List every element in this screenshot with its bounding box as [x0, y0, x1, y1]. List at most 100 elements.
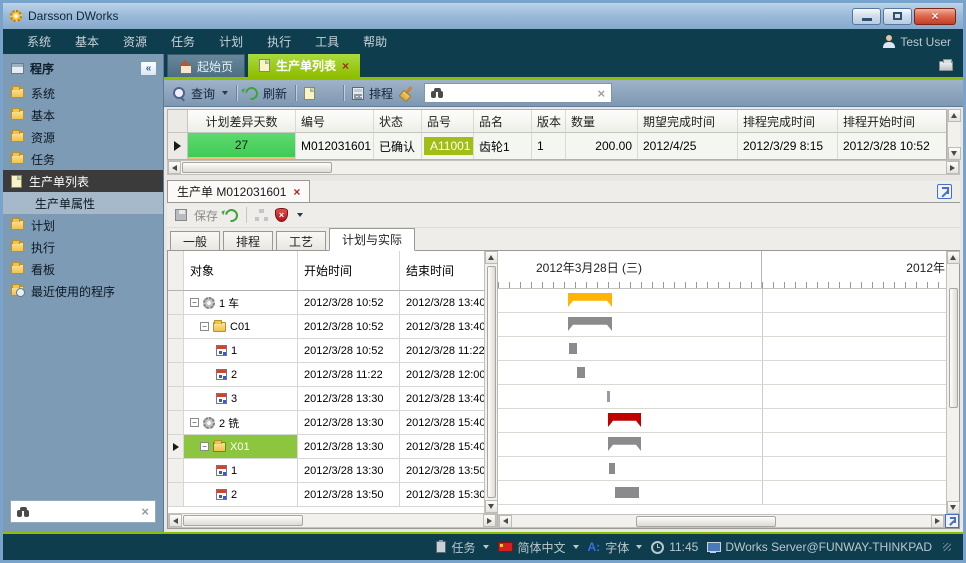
- status-language-menu[interactable]: 简体中文: [498, 539, 579, 556]
- col-status[interactable]: 状态: [374, 110, 422, 132]
- gantt-bar-task[interactable]: [569, 343, 577, 354]
- scroll-left-button[interactable]: [499, 515, 512, 528]
- clear-search-icon[interactable]: ×: [597, 86, 605, 101]
- save-label[interactable]: 保存: [194, 207, 218, 224]
- col-expect-finish[interactable]: 期望完成时间: [638, 110, 738, 132]
- scroll-up-button[interactable]: [485, 251, 498, 264]
- gantt-row[interactable]: [498, 481, 946, 505]
- scrollbar-thumb[interactable]: [183, 515, 303, 526]
- refresh-button[interactable]: 刷新: [245, 85, 287, 102]
- status-task-menu[interactable]: 任务: [436, 539, 488, 556]
- sidebar-item-execute[interactable]: 执行: [3, 236, 163, 258]
- col-item-no[interactable]: 品号: [422, 110, 474, 132]
- tab-process[interactable]: 工艺: [276, 231, 326, 251]
- collapse-toggle[interactable]: −: [190, 298, 199, 307]
- gantt-row[interactable]: [498, 313, 946, 337]
- gantt-row[interactable]: [498, 457, 946, 481]
- col-sched-finish[interactable]: 排程完成时间: [738, 110, 838, 132]
- refresh-icon[interactable]: [222, 206, 240, 224]
- scroll-down-button[interactable]: [947, 501, 960, 514]
- broom-icon[interactable]: [400, 86, 414, 100]
- object-cell[interactable]: − X01: [184, 435, 298, 458]
- col-sched-start[interactable]: 排程开始时间: [838, 110, 936, 132]
- scrollbar-thumb[interactable]: [182, 162, 332, 173]
- object-cell[interactable]: − 1 车: [184, 291, 298, 314]
- scrollbar-thumb[interactable]: [949, 288, 958, 408]
- clear-search-icon[interactable]: ×: [141, 504, 149, 519]
- tab-schedule[interactable]: 排程: [223, 231, 273, 251]
- gantt-bar-summary[interactable]: [608, 437, 641, 451]
- sidebar-item-board[interactable]: 看板: [3, 258, 163, 280]
- menu-execute[interactable]: 执行: [255, 29, 303, 54]
- restore-button[interactable]: [883, 8, 912, 25]
- tab-order-list[interactable]: 生产单列表 ×: [248, 54, 360, 77]
- col-qty[interactable]: 数量: [566, 110, 638, 132]
- plan-row-machine-group[interactable]: − 1 车 2012/3/28 10:52 2012/3/28 13:40: [168, 291, 484, 315]
- plan-row-operation[interactable]: 1 2012/3/28 13:30 2012/3/28 13:50: [168, 459, 484, 483]
- plan-row-machine-group[interactable]: − 2 铣 2012/3/28 13:30 2012/3/28 15:40: [168, 411, 484, 435]
- tab-general[interactable]: 一般: [170, 231, 220, 251]
- col-item-name[interactable]: 品名: [474, 110, 532, 132]
- scroll-right-button[interactable]: [483, 514, 496, 527]
- tab-home[interactable]: 起始页: [167, 54, 245, 77]
- gantt-bar-task[interactable]: [607, 391, 610, 402]
- object-cell[interactable]: 2: [184, 363, 298, 386]
- plan-row-operation[interactable]: 3 2012/3/28 13:30 2012/3/28 13:40: [168, 387, 484, 411]
- query-button[interactable]: 查询: [173, 85, 228, 102]
- gantt-bar-summary[interactable]: [568, 293, 612, 307]
- sidebar-item-task[interactable]: 任务: [3, 148, 163, 170]
- object-cell[interactable]: 1: [184, 339, 298, 362]
- close-button[interactable]: ×: [914, 8, 956, 25]
- plan-horizontal-scrollbar[interactable]: [168, 513, 497, 528]
- collapse-toggle[interactable]: −: [200, 442, 209, 451]
- col-version[interactable]: 版本: [532, 110, 566, 132]
- menu-resource[interactable]: 资源: [111, 29, 159, 54]
- gantt-row[interactable]: [498, 289, 946, 313]
- scroll-left-button[interactable]: [168, 161, 181, 174]
- gantt-bar-summary[interactable]: [608, 413, 641, 427]
- order-row[interactable]: 27 M012031601 已确认 A11001 齿轮1 1 200.00 20…: [168, 133, 946, 159]
- tab-close-icon[interactable]: ×: [342, 60, 349, 72]
- gantt-row[interactable]: [498, 433, 946, 457]
- scroll-left-button[interactable]: [169, 514, 182, 527]
- gantt-row[interactable]: [498, 409, 946, 433]
- status-font-menu[interactable]: A: 字体: [588, 539, 643, 556]
- gantt-bar-task[interactable]: [615, 487, 639, 498]
- gantt-row[interactable]: [498, 385, 946, 409]
- object-cell[interactable]: 2: [184, 483, 298, 506]
- collapse-toggle[interactable]: −: [190, 418, 199, 427]
- plan-row-operation[interactable]: 2 2012/3/28 11:22 2012/3/28 12:00: [168, 363, 484, 387]
- menu-plan[interactable]: 计划: [207, 29, 255, 54]
- col-diff-days[interactable]: 计划差异天数: [188, 110, 296, 132]
- gantt-row[interactable]: [498, 337, 946, 361]
- orders-horizontal-scrollbar[interactable]: [167, 160, 960, 175]
- object-cell[interactable]: − 2 铣: [184, 411, 298, 434]
- scroll-up-button[interactable]: [948, 109, 961, 122]
- scrollbar-thumb[interactable]: [487, 266, 496, 498]
- gantt-bar-summary[interactable]: [568, 317, 612, 331]
- menu-help[interactable]: 帮助: [351, 29, 399, 54]
- gantt-bar-task[interactable]: [609, 463, 615, 474]
- sidebar-item-order-props[interactable]: 生产单属性: [3, 192, 163, 214]
- orders-vertical-scrollbar[interactable]: [947, 109, 960, 160]
- scroll-right-button[interactable]: [946, 161, 959, 174]
- shield-icon[interactable]: ×: [275, 208, 288, 222]
- menu-tools[interactable]: 工具: [303, 29, 351, 54]
- sidebar-item-resource[interactable]: 资源: [3, 126, 163, 148]
- resize-grip[interactable]: [943, 543, 951, 551]
- plan-row-machine-selected[interactable]: − X01 2012/3/28 13:30 2012/3/28 15:40: [168, 435, 484, 459]
- menu-basic[interactable]: 基本: [63, 29, 111, 54]
- gantt-bar-task[interactable]: [577, 367, 585, 378]
- scroll-down-button[interactable]: [485, 500, 498, 513]
- gantt-row[interactable]: [498, 361, 946, 385]
- minimize-button[interactable]: [852, 8, 881, 25]
- object-cell[interactable]: − C01: [184, 315, 298, 338]
- col-code[interactable]: 编号: [296, 110, 374, 132]
- plan-row-machine[interactable]: − C01 2012/3/28 10:52 2012/3/28 13:40: [168, 315, 484, 339]
- menu-system[interactable]: 系统: [15, 29, 63, 54]
- col-object[interactable]: 对象: [184, 251, 298, 290]
- tab-plan-actual[interactable]: 计划与实际: [329, 228, 415, 251]
- plan-row-operation[interactable]: 2 2012/3/28 13:50 2012/3/28 15:30: [168, 483, 484, 507]
- sidebar-collapse-button[interactable]: «: [140, 61, 157, 76]
- sidebar-item-order-list[interactable]: 生产单列表: [3, 170, 163, 192]
